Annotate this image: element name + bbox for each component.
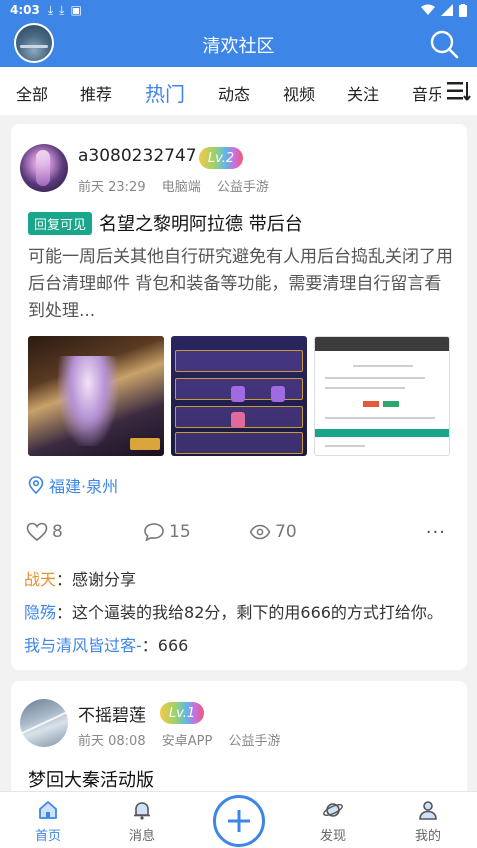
- tab-following[interactable]: 关注: [347, 81, 379, 105]
- post-image[interactable]: [28, 336, 164, 456]
- tab-all[interactable]: 全部: [16, 81, 48, 105]
- planet-icon: [323, 803, 343, 817]
- post-title[interactable]: 名望之黎明阿拉德 带后台: [99, 210, 303, 236]
- post-title-row: 梦回大秦活动版: [28, 766, 154, 791]
- download-icon: ⤓: [59, 2, 65, 17]
- post-meta: 前天 08:08 安卓APP 公益手游: [78, 730, 292, 749]
- post-images: [28, 336, 451, 456]
- nav-messages-label: 消息: [128, 829, 155, 844]
- comment-text: 感谢分享: [72, 570, 137, 589]
- plus-icon: [228, 810, 250, 832]
- post-actions: 8 15 70 ···: [26, 522, 446, 548]
- post-image[interactable]: [314, 336, 450, 456]
- post-body[interactable]: 可能一周后关其他自行研究避免有人用后台捣乱关闭了用后台清理邮件 背包和装备等功能…: [28, 244, 454, 325]
- comment-separator: ：: [141, 636, 158, 655]
- tab-feed[interactable]: 动态: [218, 81, 250, 105]
- signal-icon: [441, 4, 453, 16]
- location-text: 福建·泉州: [49, 477, 119, 496]
- notification-icon: ▣: [70, 3, 82, 17]
- post-category[interactable]: 公益手游: [228, 734, 280, 749]
- comment-text: 这个逼装的我给82分，剩下的用666的方式打给你。: [72, 603, 443, 622]
- status-bar: 4:03 ⤓ ⤓ ▣: [0, 0, 477, 20]
- level-badge: Lv.1: [160, 702, 204, 724]
- tab-hot[interactable]: 热门: [145, 78, 185, 107]
- tab-music[interactable]: 音乐: [412, 81, 444, 105]
- comment-item[interactable]: 我与清风皆过客-：666: [24, 634, 456, 667]
- battery-icon: [459, 3, 467, 17]
- page-title: 清欢社区: [202, 36, 275, 57]
- like-button[interactable]: 8: [26, 522, 63, 542]
- comment-item[interactable]: 隐殇：这个逼装的我给82分，剩下的用666的方式打给你。: [24, 601, 456, 634]
- nav-home-label: 首页: [34, 829, 61, 844]
- wifi-icon: [421, 4, 435, 15]
- tab-videos[interactable]: 视频: [283, 81, 315, 105]
- tab-recommended[interactable]: 推荐: [80, 81, 112, 105]
- comment-icon: [144, 523, 164, 542]
- comment-button[interactable]: 15: [143, 522, 191, 542]
- comment-count: 15: [169, 522, 191, 542]
- nav-discover-label: 发现: [319, 829, 346, 844]
- nav-mine[interactable]: 我的: [398, 798, 458, 844]
- view-count: 70: [275, 522, 297, 542]
- post-card[interactable]: 不摇碧莲 Lv.1 前天 08:08 安卓APP 公益手游 梦回大秦活动版: [11, 681, 467, 791]
- status-time: 4:03: [10, 3, 40, 17]
- comment-item[interactable]: 战天：感谢分享: [24, 568, 456, 601]
- post-time: 前天 23:29: [78, 180, 146, 195]
- post-category[interactable]: 公益手游: [217, 180, 269, 195]
- tabs-menu-icon[interactable]: [441, 67, 477, 115]
- post-title[interactable]: 梦回大秦活动版: [28, 766, 154, 791]
- nav-home[interactable]: 首页: [18, 798, 78, 844]
- nav-messages[interactable]: 消息: [112, 798, 172, 844]
- post-device: 电脑端: [161, 180, 201, 195]
- author-avatar[interactable]: [20, 144, 68, 192]
- post-meta: 前天 23:29 电脑端 公益手游: [78, 176, 281, 195]
- comment-separator: ：: [56, 603, 73, 622]
- post-device: 安卓APP: [161, 734, 213, 749]
- post-time: 前天 08:08: [78, 734, 146, 749]
- profile-icon: [419, 801, 437, 820]
- comment-author[interactable]: 战天: [24, 570, 56, 589]
- heart-icon: [26, 522, 48, 542]
- post-title-row: 回复可见 名望之黎明阿拉德 带后台: [28, 210, 303, 236]
- comment-author[interactable]: 我与清风皆过客-: [24, 636, 142, 655]
- app-header: 清欢社区: [0, 20, 477, 67]
- nav-mine-label: 我的: [414, 829, 441, 844]
- reply-visible-tag: 回复可见: [28, 211, 93, 235]
- comment-separator: ：: [56, 570, 73, 589]
- like-count: 8: [52, 522, 63, 542]
- home-icon: [39, 801, 57, 819]
- eye-icon: [249, 524, 271, 540]
- author-name[interactable]: 不摇碧莲: [78, 701, 146, 726]
- comment-preview-list: 战天：感谢分享 隐殇：这个逼装的我给82分，剩下的用666的方式打给你。 我与清…: [24, 568, 456, 667]
- post-location[interactable]: 福建·泉州: [28, 473, 118, 497]
- category-tabs: 全部 推荐 热门 动态 视频 关注 音乐: [0, 67, 477, 115]
- comment-text: 666: [157, 636, 189, 655]
- post-feed: a3080232747 Lv.2 前天 23:29 电脑端 公益手游 回复可见 …: [0, 115, 477, 791]
- post-card[interactable]: a3080232747 Lv.2 前天 23:29 电脑端 公益手游 回复可见 …: [11, 124, 467, 670]
- bell-icon: [134, 802, 150, 820]
- bottom-navigation: 首页 消息 发现 我的: [0, 791, 477, 848]
- post-image[interactable]: [171, 336, 307, 456]
- views-indicator: 70: [249, 522, 297, 542]
- create-post-button[interactable]: [213, 795, 265, 847]
- nav-discover[interactable]: 发现: [303, 798, 363, 844]
- level-badge: Lv.2: [199, 147, 243, 169]
- download-icon: ⤓: [47, 2, 54, 17]
- more-options-icon[interactable]: ···: [426, 522, 446, 543]
- search-icon[interactable]: [429, 29, 459, 59]
- comment-author[interactable]: 隐殇: [24, 603, 56, 622]
- author-name[interactable]: a3080232747: [78, 146, 197, 166]
- location-pin-icon: [28, 476, 44, 494]
- author-avatar[interactable]: [20, 699, 68, 747]
